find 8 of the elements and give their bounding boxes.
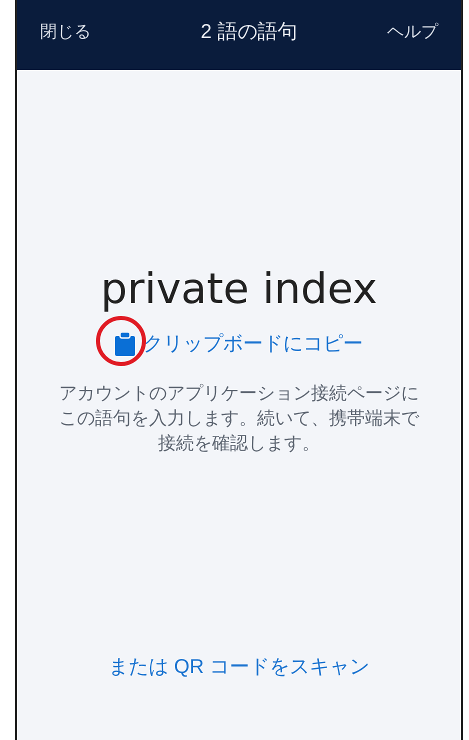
scan-qr-link[interactable]: または QR コードをスキャン [108, 652, 370, 682]
instructions-text: アカウントのアプリケーション接続ページにこの語句を入力します。続いて、携帯端末で接続を確認します。 [58, 382, 420, 455]
help-button[interactable]: ヘルプ [387, 19, 438, 45]
passphrase: private index [100, 263, 378, 315]
close-button[interactable]: 閉じる [40, 19, 91, 45]
clipboard-icon [115, 332, 135, 356]
copy-link[interactable]: クリップボードにコピー [143, 329, 363, 359]
screen-title: 2 語の語句 [200, 20, 298, 45]
